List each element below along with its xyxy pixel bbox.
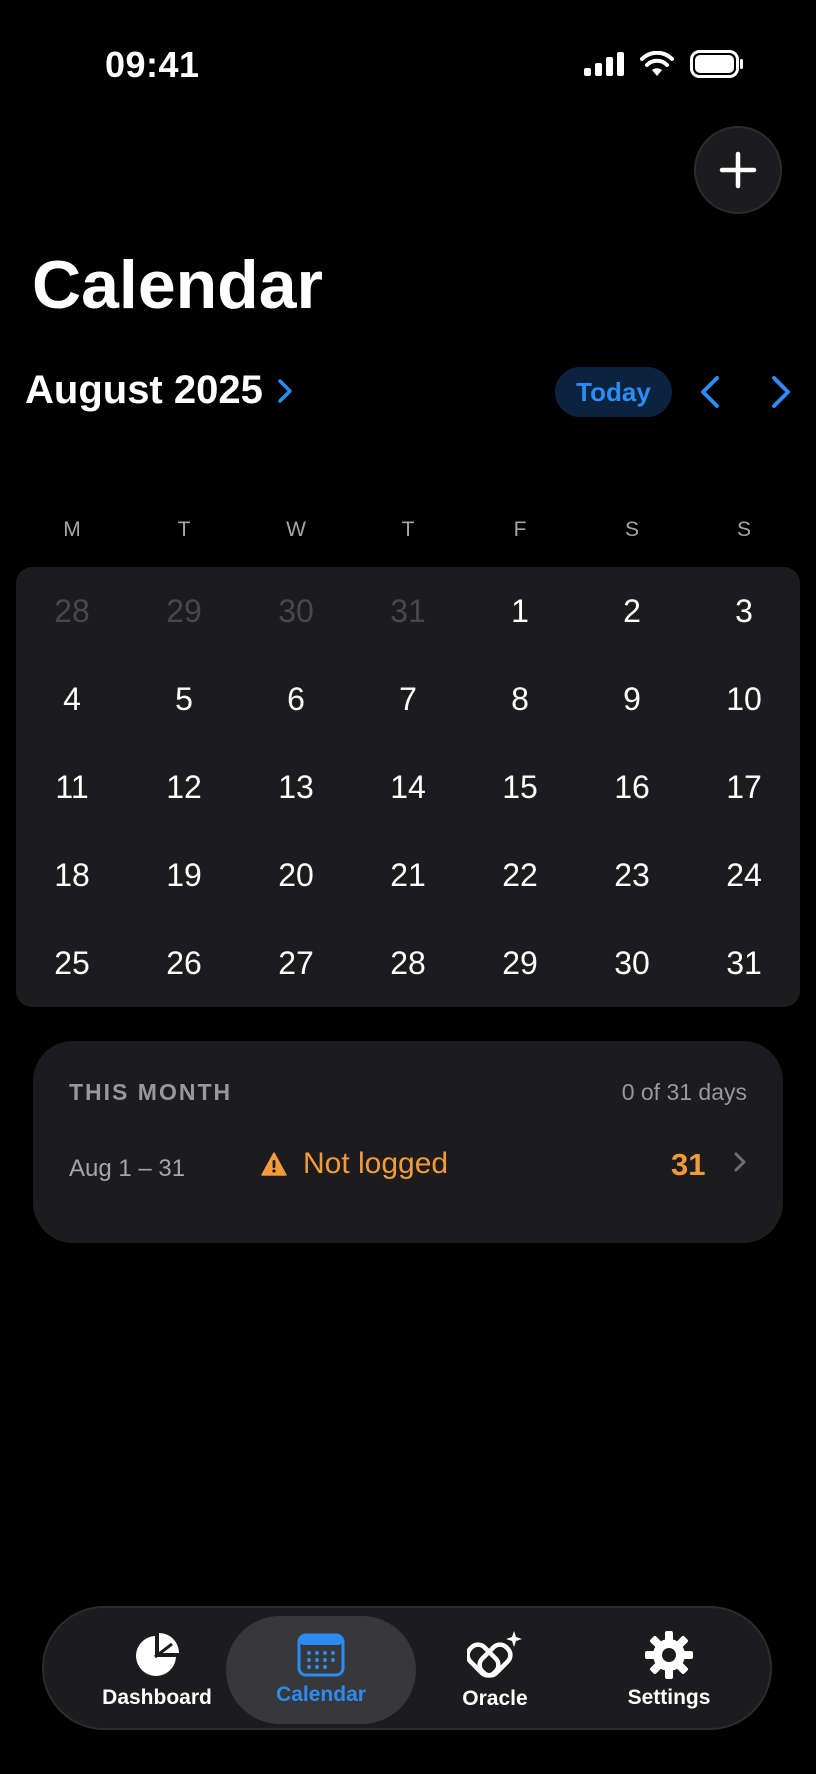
month-selector[interactable]: August 2025: [25, 368, 293, 413]
status-time: 09:41: [105, 44, 200, 85]
this-month-title: THIS MONTH: [69, 1079, 233, 1105]
signal-icon: [584, 52, 624, 76]
pie-chart-icon: [136, 1633, 179, 1676]
date-range: Aug 1 – 31: [69, 1155, 186, 1182]
chevron-left-icon: [701, 376, 719, 408]
next-month-button[interactable]: [764, 372, 798, 412]
calendar-grid-card: 28 29 30 31 1 2 3 4 5 6 7 8 9 10 11 12 13 14 15 16 17 18 19 20 2…: [16, 567, 800, 1007]
calendar-day[interactable]: 3: [688, 567, 800, 655]
tab-label: Oracle: [462, 1687, 528, 1710]
calendar-day[interactable]: 12: [128, 743, 240, 831]
weekday-label: S: [624, 518, 639, 541]
page-title: Calendar: [32, 247, 323, 323]
wifi-icon: [640, 51, 674, 76]
logged-days-count: 0 of 31 days: [621, 1079, 747, 1105]
weekday-label: W: [286, 518, 306, 541]
calendar-day[interactable]: 22: [464, 831, 576, 919]
add-button[interactable]: [694, 126, 782, 214]
calendar-day[interactable]: 6: [240, 655, 352, 743]
calendar-day[interactable]: 19: [128, 831, 240, 919]
month-label: August 2025: [25, 368, 263, 412]
calendar-day[interactable]: 24: [688, 831, 800, 919]
battery-icon: [690, 50, 743, 78]
calendar-day[interactable]: 27: [240, 919, 352, 1007]
chevron-right-icon: [734, 1152, 746, 1172]
calendar-day[interactable]: 21: [352, 831, 464, 919]
weekday-label: F: [513, 518, 527, 541]
calendar-day[interactable]: 26: [128, 919, 240, 1007]
tab-dashboard[interactable]: Dashboard: [62, 1616, 252, 1724]
calendar-day[interactable]: 11: [16, 743, 128, 831]
calendar-day-outside-month[interactable]: 28: [16, 567, 128, 655]
calendar-day[interactable]: 5: [128, 655, 240, 743]
tab-calendar[interactable]: Calendar: [226, 1616, 416, 1724]
log-status-text: Not logged: [303, 1147, 449, 1180]
calendar-day[interactable]: 25: [16, 919, 128, 1007]
calendar-day-outside-month[interactable]: 31: [352, 567, 464, 655]
calendar-day-outside-month[interactable]: 29: [128, 567, 240, 655]
calendar-day[interactable]: 2: [576, 567, 688, 655]
unlogged-days-count: 31: [671, 1147, 706, 1182]
tab-label: Settings: [627, 1686, 711, 1709]
weekday-label: T: [401, 518, 415, 541]
tab-oracle[interactable]: Oracle: [400, 1616, 590, 1724]
weekday-header: M T W T F S S: [16, 518, 800, 542]
calendar-day[interactable]: 7: [352, 655, 464, 743]
oracle-sparkle-icon: [467, 1631, 522, 1678]
weekday-label: T: [177, 518, 191, 541]
gear-icon: [645, 1631, 693, 1679]
calendar-day[interactable]: 17: [688, 743, 800, 831]
status-icons: [584, 50, 744, 78]
calendar-day[interactable]: 23: [576, 831, 688, 919]
calendar-day[interactable]: 16: [576, 743, 688, 831]
today-button[interactable]: Today: [555, 367, 672, 417]
calendar-day[interactable]: 10: [688, 655, 800, 743]
chevron-right-icon: [772, 376, 790, 408]
plus-icon: [719, 151, 757, 189]
chevron-right-icon: [278, 378, 292, 403]
calendar-day[interactable]: 8: [464, 655, 576, 743]
calendar-day[interactable]: 28: [352, 919, 464, 1007]
tab-label: Dashboard: [102, 1686, 212, 1709]
calendar-day[interactable]: 15: [464, 743, 576, 831]
calendar-day[interactable]: 31: [688, 919, 800, 1007]
warning-icon: [261, 1152, 287, 1176]
calendar-day[interactable]: 13: [240, 743, 352, 831]
calendar-day-outside-month[interactable]: 30: [240, 567, 352, 655]
calendar-day[interactable]: 14: [352, 743, 464, 831]
weekday-label: M: [63, 518, 81, 541]
calendar-day[interactable]: 30: [576, 919, 688, 1007]
calendar-day[interactable]: 20: [240, 831, 352, 919]
calendar-icon: [297, 1633, 345, 1677]
weekday-label: S: [736, 518, 751, 541]
tab-bar: Dashboard Calendar Oracle Settings: [42, 1606, 772, 1730]
previous-month-button[interactable]: [693, 372, 727, 412]
calendar-grid: 28 29 30 31 1 2 3 4 5 6 7 8 9 10 11 12 13 14 15 16 17 18 19 20 2…: [16, 567, 800, 1007]
tab-label: Calendar: [276, 1683, 366, 1706]
calendar-day[interactable]: 4: [16, 655, 128, 743]
calendar-day[interactable]: 9: [576, 655, 688, 743]
calendar-day[interactable]: 1: [464, 567, 576, 655]
log-status: Not logged: [261, 1147, 448, 1181]
calendar-day[interactable]: 29: [464, 919, 576, 1007]
tab-settings[interactable]: Settings: [574, 1616, 764, 1724]
this-month-card[interactable]: THIS MONTH 0 of 31 days Aug 1 – 31 Not l…: [33, 1041, 783, 1243]
calendar-day[interactable]: 18: [16, 831, 128, 919]
